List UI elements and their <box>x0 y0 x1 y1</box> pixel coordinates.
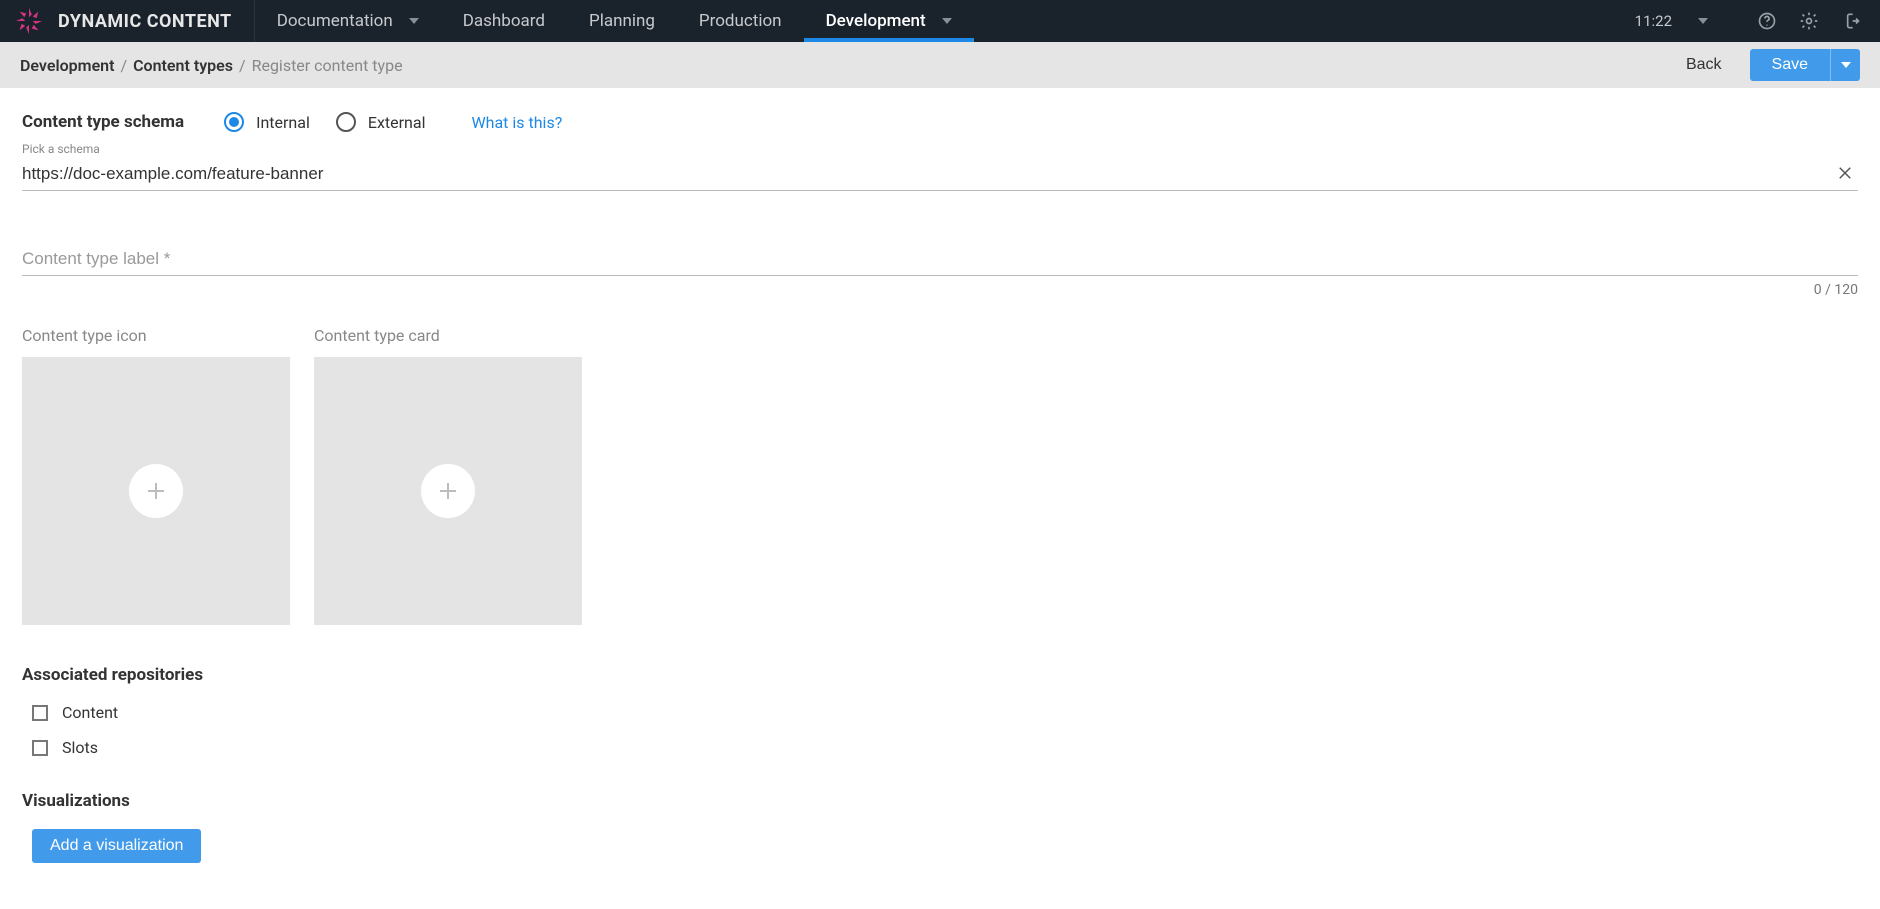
radio-icon <box>224 112 244 132</box>
radio-external[interactable]: External <box>336 112 426 132</box>
clear-icon[interactable] <box>1836 164 1854 182</box>
add-icon <box>129 464 183 518</box>
nav-item-label: Planning <box>589 11 655 31</box>
add-icon <box>421 464 475 518</box>
nav-production[interactable]: Production <box>677 0 804 42</box>
crumb-current: Register content type <box>252 56 403 75</box>
repos-title: Associated repositories <box>22 665 1858 685</box>
nav-right: 11:22 <box>1635 0 1880 42</box>
help-icon[interactable] <box>1756 10 1778 32</box>
top-nav: DYNAMIC CONTENT Documentation Dashboard … <box>0 0 1880 42</box>
back-button[interactable]: Back <box>1666 48 1742 82</box>
chevron-down-icon[interactable] <box>1698 18 1708 24</box>
repo-slots-checkbox[interactable]: Slots <box>22 738 1858 757</box>
save-button-menu[interactable] <box>1830 49 1860 81</box>
nav-item-label: Development <box>826 11 926 31</box>
checkbox-icon <box>32 740 48 756</box>
page-header: Development / Content types / Register c… <box>0 42 1880 88</box>
nav-items: Documentation Dashboard Planning Product… <box>255 0 974 42</box>
nav-item-label: Documentation <box>277 11 393 31</box>
upload-label: Content type icon <box>22 326 290 345</box>
content-type-label-input[interactable] <box>22 241 1858 275</box>
brand-name: DYNAMIC CONTENT <box>58 11 232 32</box>
add-visualization-button[interactable]: Add a visualization <box>32 829 201 863</box>
checkbox-label: Slots <box>62 738 98 757</box>
main-content: Content type schema Internal External Wh… <box>0 88 1880 887</box>
schema-field: Pick a schema <box>22 142 1858 191</box>
logout-icon[interactable] <box>1840 10 1862 32</box>
nav-dashboard[interactable]: Dashboard <box>441 0 567 42</box>
card-upload-block: Content type card <box>314 326 582 625</box>
radio-label: Internal <box>256 113 310 132</box>
nav-development[interactable]: Development <box>804 0 974 42</box>
checkbox-label: Content <box>62 703 118 722</box>
field-hint: Pick a schema <box>22 142 1858 156</box>
brand-block: DYNAMIC CONTENT <box>0 0 255 42</box>
breadcrumb: Development / Content types / Register c… <box>20 56 403 75</box>
repo-list: Content Slots <box>22 703 1858 757</box>
card-upload-dropzone[interactable] <box>314 357 582 625</box>
radio-icon <box>336 112 356 132</box>
nav-item-label: Production <box>699 11 782 31</box>
crumb-sep: / <box>239 56 246 75</box>
icon-upload-dropzone[interactable] <box>22 357 290 625</box>
viz-title: Visualizations <box>22 791 1858 811</box>
nav-documentation[interactable]: Documentation <box>255 0 441 42</box>
chevron-down-icon <box>409 18 419 24</box>
nav-planning[interactable]: Planning <box>567 0 677 42</box>
nav-item-label: Dashboard <box>463 11 545 31</box>
radio-internal[interactable]: Internal <box>224 112 310 132</box>
brand-logo-icon <box>14 6 44 36</box>
label-field: 0 / 120 <box>22 241 1858 298</box>
schema-type-row: Content type schema Internal External Wh… <box>22 112 1858 132</box>
upload-label: Content type card <box>314 326 582 345</box>
what-is-this-link[interactable]: What is this? <box>471 113 562 132</box>
chevron-down-icon <box>942 18 952 24</box>
char-counter: 0 / 120 <box>22 282 1858 298</box>
repo-content-checkbox[interactable]: Content <box>22 703 1858 722</box>
schema-title: Content type schema <box>22 112 184 132</box>
crumb-sep: / <box>120 56 127 75</box>
uploads-row: Content type icon Content type card <box>22 326 1858 625</box>
crumb-content-types[interactable]: Content types <box>133 56 233 75</box>
save-button[interactable]: Save <box>1750 49 1830 81</box>
icon-upload-block: Content type icon <box>22 326 290 625</box>
save-button-group: Save <box>1750 49 1860 81</box>
gear-icon[interactable] <box>1798 10 1820 32</box>
crumb-development[interactable]: Development <box>20 56 114 75</box>
clock-time: 11:22 <box>1635 12 1672 30</box>
checkbox-icon <box>32 705 48 721</box>
radio-label: External <box>368 113 426 132</box>
schema-input[interactable] <box>22 156 1858 190</box>
